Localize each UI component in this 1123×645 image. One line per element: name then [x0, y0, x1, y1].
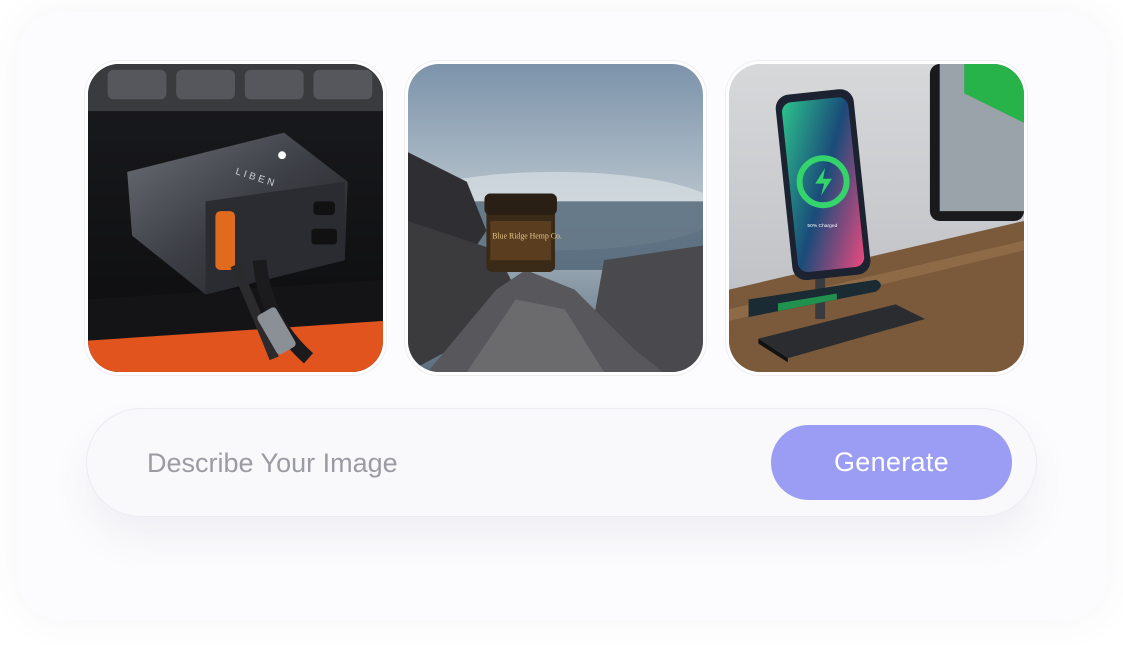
car-charger-illustration: LIBEN	[88, 64, 383, 372]
phone-charger-illustration: 50% Charged	[729, 64, 1024, 372]
sample-image-jar-on-rock[interactable]: Blue Ridge Hemp Co.	[405, 61, 706, 375]
describe-image-input[interactable]	[147, 439, 747, 487]
phone-charge-text: 50% Charged	[807, 223, 837, 229]
prompt-bar: Generate	[86, 408, 1037, 517]
jar-on-rock-illustration: Blue Ridge Hemp Co.	[408, 64, 703, 372]
jar-label-text: Blue Ridge Hemp Co.	[492, 232, 562, 241]
generate-button[interactable]: Generate	[771, 425, 1012, 500]
sample-image-phone-charger[interactable]: 50% Charged	[726, 61, 1027, 375]
sample-image-car-charger[interactable]: LIBEN	[85, 61, 386, 375]
